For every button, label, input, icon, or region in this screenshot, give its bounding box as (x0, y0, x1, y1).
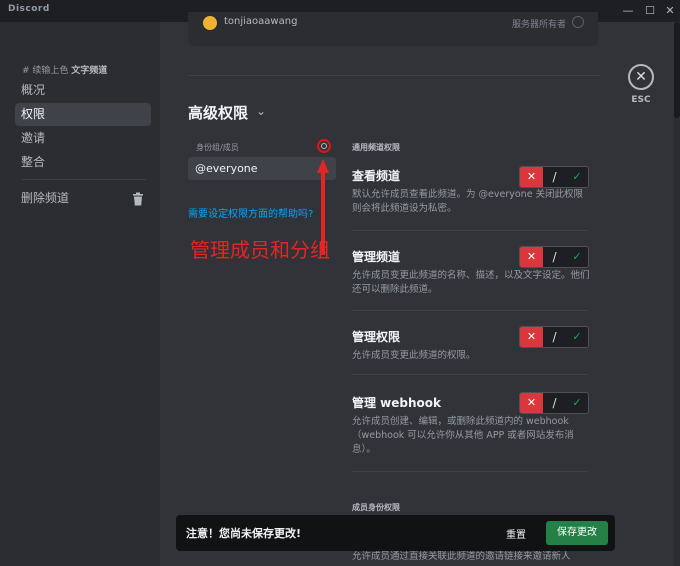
close-icon[interactable]: ✕ (662, 3, 678, 19)
allow-icon[interactable]: ✓ (566, 393, 588, 413)
annotation-text: 管理成员和分组 (190, 238, 330, 262)
more-options-icon[interactable] (572, 16, 584, 28)
member-username: tonjiaoaawang (224, 16, 298, 27)
perm-manage-channel-desc: 允许成员变更此频道的名称、描述，以及文字设定。他们还可以删除此频道。 (352, 270, 590, 295)
maximize-icon[interactable]: ☐ (642, 3, 658, 19)
deny-icon[interactable]: ✕ (520, 247, 543, 267)
perm-manage-channel-title: 管理频道 (352, 250, 401, 264)
neutral-icon[interactable]: / (543, 393, 566, 413)
perm-manage-channel-toggle: ✕ / ✓ (519, 246, 589, 268)
save-changes-button[interactable]: 保存更改 (546, 521, 608, 545)
delete-channel-button[interactable]: 删除频道 (15, 187, 151, 210)
section-divider (188, 75, 600, 76)
perm-manage-permissions-title: 管理权限 (352, 330, 401, 344)
minimize-icon[interactable]: — (620, 3, 636, 19)
perm-manage-webhooks-title: 管理 webhook (352, 396, 442, 410)
perm-manage-webhooks-toggle: ✕ / ✓ (519, 392, 589, 414)
member-permissions-title: 成员身份权限 (352, 503, 400, 512)
reset-button[interactable]: 重置 (506, 526, 526, 541)
trash-icon[interactable] (132, 192, 144, 206)
perm-view-channel-toggle: ✕ / ✓ (519, 166, 589, 188)
role-item-everyone[interactable]: @everyone (188, 157, 336, 180)
neutral-icon[interactable]: / (543, 327, 566, 347)
roles-members-label: 身份组/成员 (196, 143, 239, 152)
breadcrumb-channel: # 续输上色 (22, 66, 69, 76)
member-card: tonjiaoaawang 服务器所有者 (188, 12, 598, 46)
neutral-icon[interactable]: / (543, 167, 566, 187)
perm-manage-webhooks-desc: 允许成员创建、编辑，或删除此频道内的 webhook（webhook 可以允许你… (352, 416, 574, 455)
perm-manage-permissions-desc: 允许成员变更此频道的权限。 (352, 350, 476, 361)
sidebar-item-invites[interactable]: 邀请 (15, 127, 151, 150)
settings-sidebar: # 续输上色 文字频道 概况 权限 邀请 整合 删除频道 (0, 22, 160, 566)
scrollbar-thumb[interactable] (674, 22, 680, 118)
app-title: Discord (8, 4, 50, 14)
chevron-down-icon[interactable]: ⌄ (256, 104, 266, 118)
deny-icon[interactable]: ✕ (520, 327, 543, 347)
perm-divider (352, 310, 588, 311)
channel-breadcrumb: # 续输上色 文字频道 (22, 63, 107, 76)
esc-label: ESC (631, 95, 651, 105)
sidebar-item-overview[interactable]: 概况 (15, 79, 151, 102)
add-role-member-icon[interactable] (317, 139, 331, 153)
permissions-panel: tonjiaoaawang 服务器所有者 ✕ ESC 高级权限 ⌄ 身份组/成员… (160, 12, 680, 566)
neutral-icon[interactable]: / (543, 247, 566, 267)
unsaved-changes-bar: 注意！您尚未保存更改! 重置 保存更改 (176, 515, 615, 551)
help-link[interactable]: 需要设定权限方面的帮助吗? (188, 205, 313, 220)
advanced-permissions-title[interactable]: 高级权限 (188, 102, 248, 123)
close-settings-icon[interactable]: ✕ (628, 64, 654, 90)
sidebar-item-integrations[interactable]: 整合 (15, 151, 151, 174)
perm-divider (352, 471, 588, 472)
allow-icon[interactable]: ✓ (566, 167, 588, 187)
sidebar-item-permissions[interactable]: 权限 (15, 103, 151, 126)
sidebar-divider (22, 179, 146, 180)
unsaved-message: 注意！您尚未保存更改! (186, 527, 302, 540)
allow-icon[interactable]: ✓ (566, 247, 588, 267)
deny-icon[interactable]: ✕ (520, 167, 543, 187)
deny-icon[interactable]: ✕ (520, 393, 543, 413)
member-invite-desc: 允许成员通过直接关联此频道的邀请链接来邀请新人 (352, 551, 571, 562)
allow-icon[interactable]: ✓ (566, 327, 588, 347)
breadcrumb-section: 文字频道 (71, 66, 108, 76)
avatar (203, 16, 217, 30)
general-permissions-title: 通用频道权限 (352, 143, 400, 152)
perm-view-channel-desc: 默认允许成员查看此频道。为 @everyone 关闭此权限则会将此频道设为私密。 (352, 189, 584, 214)
owner-label: 服务器所有者 (511, 20, 566, 30)
perm-divider (352, 374, 588, 375)
perm-view-channel-title: 查看频道 (352, 169, 401, 183)
perm-divider (352, 230, 588, 231)
perm-manage-permissions-toggle: ✕ / ✓ (519, 326, 589, 348)
